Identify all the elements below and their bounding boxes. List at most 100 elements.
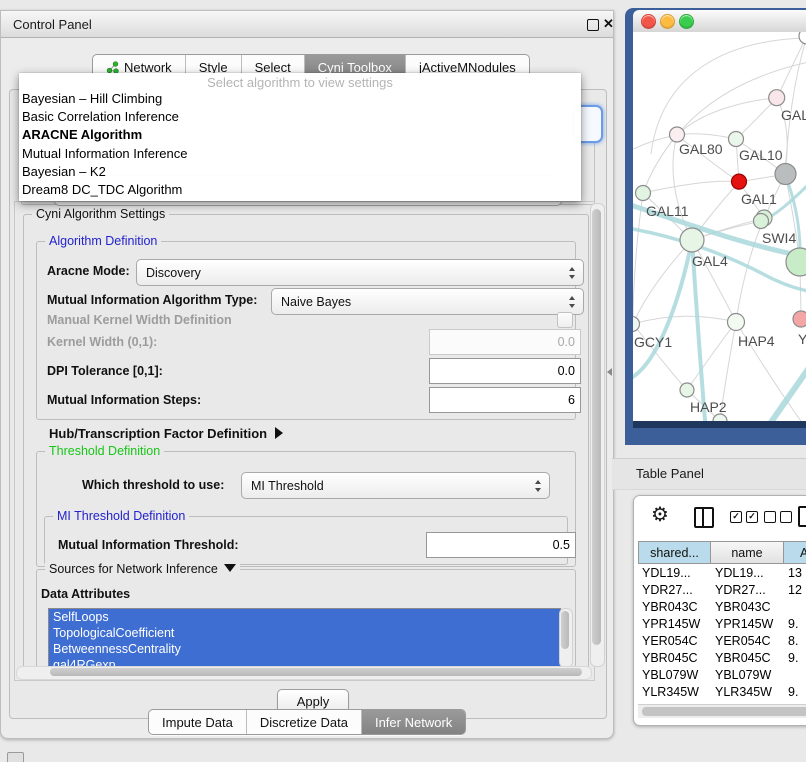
settings-horizontal-scrollbar[interactable] [16,666,592,680]
node-red[interactable] [732,174,747,189]
network-edge [736,218,764,322]
table-row[interactable]: YLR345WYLR345W9. [638,683,806,700]
gear-icon[interactable]: ⚙ [651,502,669,527]
mi-steps-field[interactable]: 6 [429,387,581,413]
hub-definition-disclosure[interactable]: Hub/Transcription Factor Definition [49,426,283,441]
algorithm-option[interactable]: Mutual Information Inference [19,145,581,163]
table-cell [784,666,806,683]
dpi-tolerance-field[interactable]: 0.0 [429,358,581,384]
panel-splitter-handle[interactable] [607,368,612,376]
table-row[interactable]: YDR27...YDR27...12 [638,581,806,598]
tab-discretize-data[interactable]: Discretize Data [246,710,361,734]
table-row[interactable]: YDL19...YDL19...13 [638,564,806,581]
minimized-panel-icon[interactable] [7,752,24,762]
tab-infer-network[interactable]: Infer Network [361,710,465,734]
manual-kernel-checkbox[interactable] [557,312,573,328]
table-cell: YPR145W [711,615,784,632]
node-pink-right[interactable] [793,311,806,327]
table-column-header[interactable]: shared... [638,541,711,564]
table-cell: YDL19... [711,564,784,581]
table-row[interactable]: YPR145WYPR145W9. [638,615,806,632]
tab-impute-data[interactable]: Impute Data [149,710,246,734]
attribute-list-item[interactable]: SelfLoops [49,609,560,625]
control-panel-window: Control Panel ✕ Network Style Select Cyn… [0,10,614,739]
settings-vertical-scrollbar[interactable] [590,203,605,667]
node-label: HAP2 [690,399,727,415]
mi-type-combo[interactable]: Naive Bayes [271,288,584,315]
network-edge [785,36,806,174]
algorithm-definition-title: Algorithm Definition [45,234,161,248]
threshold-definition-title: Threshold Definition [45,444,164,458]
node-gal80[interactable] [670,127,685,142]
table-toolbar: ⚙ ✓✓ [634,496,806,541]
manual-kernel-label: Manual Kernel Width Definition [47,313,232,327]
node-top-right[interactable] [799,32,806,44]
network-edge [643,135,677,193]
algorithm-option[interactable]: Dream8 DC_TDC Algorithm [19,181,581,199]
node-gray[interactable] [775,164,796,185]
algorithm-option[interactable]: Bayesian – K2 [19,163,581,181]
algorithm-option[interactable]: Basic Correlation Inference [19,108,581,126]
table-column-header[interactable]: A [784,541,806,564]
node-gal4[interactable] [680,228,704,252]
network-edge [643,181,739,193]
table-row[interactable]: YER054CYER054C8. [638,632,806,649]
close-icon[interactable]: ✕ [603,16,614,32]
table-column-header[interactable]: name [711,541,784,564]
table-cell: 13 [784,564,806,581]
network-canvas[interactable]: GALGAL80GAL10GAL1GAL11GAL4SWI4GCY1HAP4YH… [633,32,806,421]
table-cell: YBR043C [638,598,711,615]
network-edge [777,36,806,98]
table-cell: 9. [784,649,806,666]
mi-threshold-group-title: MI Threshold Definition [53,509,189,523]
columns-icon[interactable] [694,507,714,528]
network-edge [736,98,777,139]
network-edge [687,322,736,390]
data-attributes-list[interactable]: SelfLoopsTopologicalCoefficientBetweenne… [48,608,561,668]
node-gcy1[interactable] [633,317,640,332]
close-traffic-light[interactable] [641,14,656,29]
algorithm-option[interactable]: Bayesian – Hill Climbing [19,90,581,108]
cyni-settings-group-title: Cyni Algorithm Settings [32,207,169,221]
mi-type-value: Naive Bayes [281,295,351,309]
network-edge [677,134,736,139]
mi-type-label: Mutual Information Algorithm Type: [47,293,257,307]
table-row[interactable]: YBR043CYBR043C [638,598,806,615]
algorithm-dropdown-placeholder: Select algorithm to view settings [19,75,581,90]
control-panel-titlebar: Control Panel ✕ [1,11,613,38]
table-row[interactable]: YBR045CYBR045C9. [638,649,806,666]
zoom-traffic-light[interactable] [679,14,694,29]
table-cell: YDR27... [638,581,711,598]
stepper-arrows-icon [535,480,542,492]
table-cell: YBL079W [711,666,784,683]
attributes-list-scrollbar[interactable] [559,608,573,668]
table-cell: YBR045C [711,649,784,666]
network-edge [633,316,736,324]
node-hap2[interactable] [680,383,694,397]
node-bottom[interactable] [713,414,727,421]
table-horizontal-scrollbar[interactable] [638,704,806,718]
table-panel-window: ⚙ ✓✓ shared...nameA YDL19...YDL19...13YD… [633,495,806,726]
node-hap4[interactable] [728,314,745,331]
node-label: GAL11 [646,203,689,219]
node-gal10[interactable] [729,132,744,147]
attribute-list-item[interactable]: BetweennessCentrality [49,641,560,657]
minimize-traffic-light[interactable] [660,14,675,29]
mi-threshold-field[interactable]: 0.5 [426,532,576,558]
attribute-list-item[interactable]: TopologicalCoefficient [49,625,560,641]
node-swi4[interactable] [754,214,769,229]
network-edge [677,62,806,135]
kernel-width-field[interactable]: 0.0 [429,329,581,355]
node-gal11[interactable] [636,186,651,201]
float-window-icon[interactable] [587,19,599,31]
node-pink-top[interactable] [769,90,785,106]
table-row[interactable]: YBL079WYBL079W [638,666,806,683]
export-table-icon[interactable] [798,506,806,527]
table-cell: 8. [784,632,806,649]
checked-columns-icon[interactable]: ✓✓ [730,511,758,523]
which-threshold-combo[interactable]: MI Threshold [241,472,550,499]
unchecked-columns-icon[interactable] [764,511,792,523]
aracne-mode-combo[interactable]: Discovery [136,259,584,286]
sources-disclosure[interactable]: Sources for Network Inference [45,562,240,576]
algorithm-option[interactable]: ARACNE Algorithm [19,126,581,144]
